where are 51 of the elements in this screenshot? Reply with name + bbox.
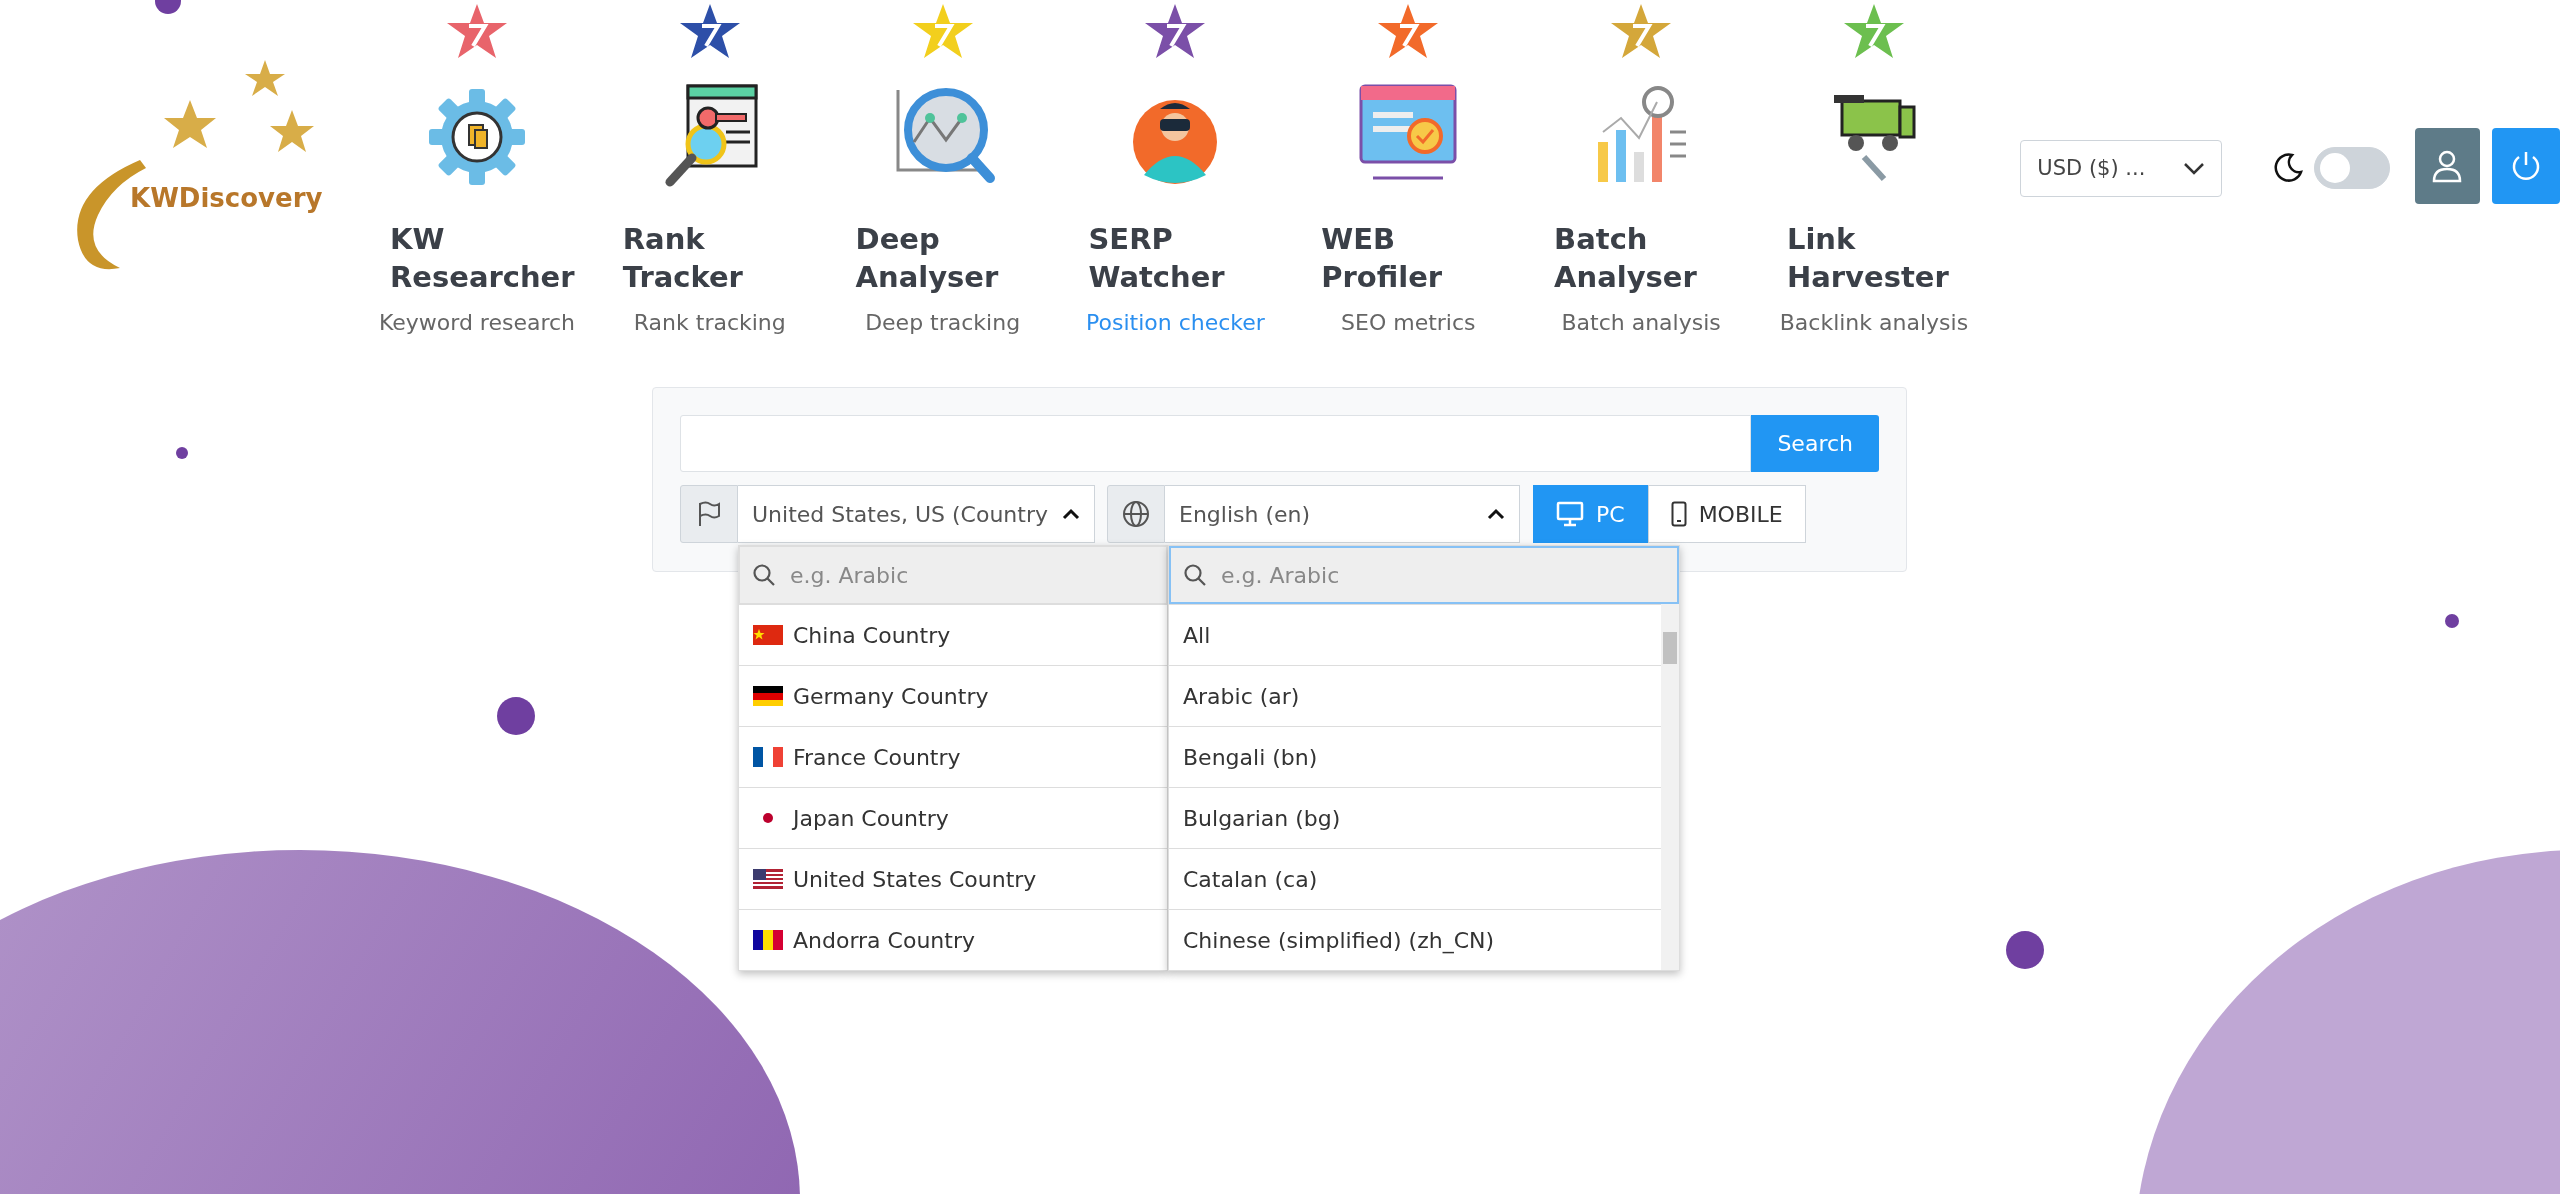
decoration-dot [176, 447, 188, 459]
dropdown-search-box[interactable]: e.g. Arabic [739, 546, 1167, 604]
monitor-icon [1556, 501, 1584, 527]
flag-icon [753, 686, 783, 706]
dropdown-search-field[interactable]: e.g. Arabic [788, 557, 1154, 593]
search-icon [1183, 563, 1207, 587]
flag-icon [753, 869, 783, 889]
search-icon [752, 563, 776, 587]
chevron-down-icon [2182, 161, 2205, 176]
dropdown-search-box[interactable]: e.g. Arabic [1169, 546, 1679, 604]
user-icon [2431, 149, 2464, 183]
flag-icon [753, 930, 783, 950]
decoration-dot [2445, 614, 2459, 628]
tool-subtitle: Deep tracking [865, 309, 1021, 337]
flag-icon [680, 485, 738, 543]
tool-subtitle: Keyword research [378, 309, 576, 337]
dropdown-option[interactable]: France Country [739, 726, 1167, 787]
dropdown-option[interactable]: Japan Country [739, 787, 1167, 848]
user-button[interactable] [2414, 128, 2481, 204]
currency-select[interactable]: USD ($) ... [2020, 140, 2222, 197]
device-button[interactable]: MOBILE [1647, 485, 1806, 543]
dropdown-option[interactable]: China Country [739, 604, 1167, 665]
dropdown-option[interactable]: Germany Country [739, 665, 1167, 726]
dropdown-search-field[interactable]: e.g. Arabic [1219, 557, 1665, 593]
tool-link[interactable]: WEB Profiler [1313, 220, 1504, 296]
tool-link[interactable]: Deep Analyser [847, 220, 1038, 296]
power-button[interactable] [2492, 128, 2560, 204]
tool-link[interactable]: Link Harvester [1778, 220, 1969, 296]
tool-subtitle: Backlink analysis [1779, 309, 1969, 337]
country-select[interactable]: United States, US (Country [738, 485, 1095, 543]
tool-subtitle: Batch analysis [1561, 309, 1721, 337]
dropdown-option[interactable]: United States Country [739, 848, 1167, 909]
decoration-dot [2006, 931, 2044, 969]
phone-icon [1670, 501, 1687, 527]
logo[interactable]: KWDiscovery [70, 60, 355, 275]
tool-link[interactable]: SERP Watcher [1080, 220, 1271, 296]
flag-icon [753, 747, 783, 767]
dark-mode-switch[interactable] [2313, 147, 2390, 189]
decoration-dot [497, 697, 535, 735]
search-field[interactable] [680, 415, 1752, 472]
scrollbar[interactable] [1661, 604, 1679, 970]
flag-icon [753, 625, 783, 645]
globe-icon [1107, 485, 1165, 543]
tool-subtitle: SEO metrics [1341, 309, 1476, 337]
language-select[interactable]: English (en) [1165, 485, 1520, 543]
tool-subtitle: Rank tracking [633, 309, 786, 337]
tool-link[interactable]: Rank Tracker [614, 220, 805, 296]
moon-icon [2271, 152, 2304, 184]
tool-subtitle: Position checker [1086, 309, 1265, 337]
dropdown-option[interactable]: Andorra Country [739, 909, 1167, 970]
tool-link[interactable]: Batch Analyser [1546, 220, 1737, 296]
